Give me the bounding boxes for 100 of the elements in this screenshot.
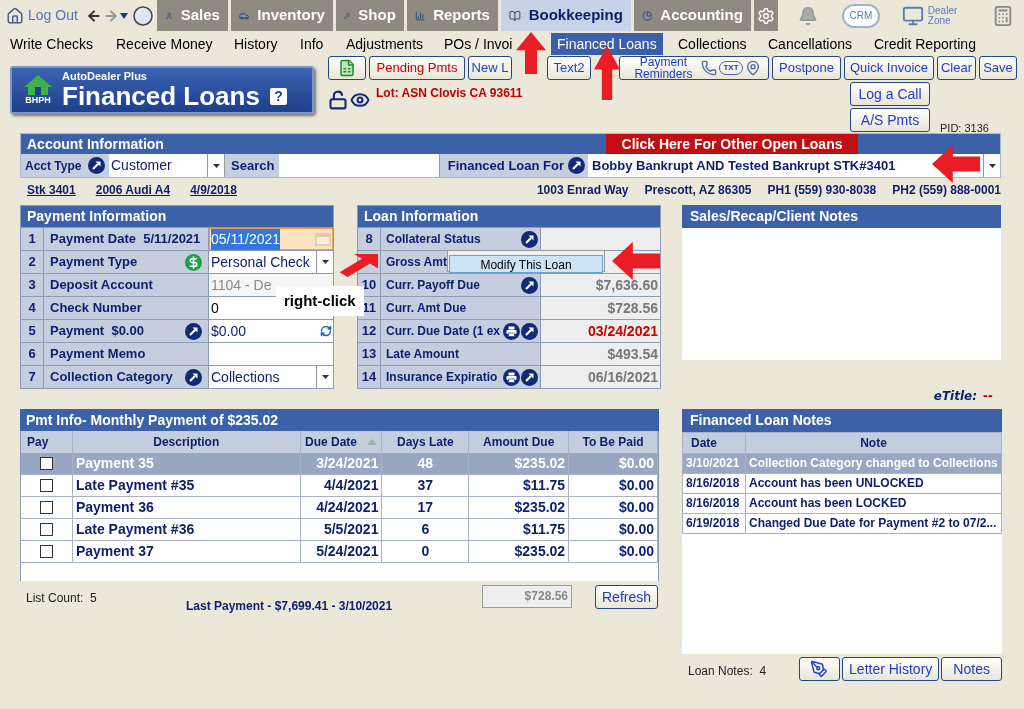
value-cell: 06/16/2021 bbox=[541, 366, 660, 388]
checkbox[interactable] bbox=[39, 479, 53, 492]
toolbar-button[interactable]: Text2 bbox=[547, 56, 591, 80]
lot-label: Lot: ASN Clovis CA 93611 bbox=[376, 85, 524, 102]
total-field: $728.56 bbox=[482, 585, 572, 608]
field-label: Payment Memo bbox=[44, 343, 209, 365]
date-field[interactable]: 05/11/2021 bbox=[209, 228, 333, 250]
table-cell-text: Account has been LOCKED bbox=[748, 495, 908, 512]
menu-item[interactable]: Modify This Loan bbox=[449, 255, 603, 273]
crm-button[interactable]: CRM bbox=[841, 3, 880, 28]
toolbar-button[interactable]: Quick Invoice bbox=[844, 56, 934, 80]
pointer-arrow bbox=[338, 254, 378, 278]
page-title: Financed Loans bbox=[62, 82, 260, 110]
toolbar-button[interactable]: Postpone bbox=[772, 56, 841, 80]
select-field[interactable]: Collections bbox=[209, 366, 333, 388]
spreadsheet-button[interactable] bbox=[328, 56, 366, 80]
table-row[interactable]: Payment 37 5/24/2021 0 $235.02 $0.00 bbox=[21, 541, 658, 563]
field-label: Collection Category bbox=[44, 366, 209, 388]
unlock-icon[interactable] bbox=[328, 90, 348, 110]
checkbox[interactable] bbox=[39, 457, 53, 470]
table-row[interactable]: Late Payment #36 5/5/2021 6 $11.75 $0.00 bbox=[21, 519, 658, 541]
checkbox[interactable] bbox=[39, 523, 53, 536]
table-cell: $0.00 bbox=[569, 541, 658, 562]
column-header[interactable]: Note bbox=[746, 433, 1001, 453]
account-detail: PH2 (559) 888-0001 bbox=[892, 182, 1001, 199]
field-label: Financed Loan For bbox=[440, 154, 588, 177]
notes-button[interactable]: Letter History bbox=[842, 657, 940, 681]
toolbar-button[interactable]: Pending Pmts bbox=[369, 56, 465, 80]
subnav-tab[interactable]: Adjustments bbox=[340, 33, 430, 55]
settings-icon[interactable] bbox=[756, 6, 775, 25]
subnav-tab[interactable]: Receive Money bbox=[110, 33, 219, 55]
subnav-tab[interactable]: Write Checks bbox=[4, 33, 99, 55]
table-cell: 6 bbox=[382, 519, 470, 540]
field-label: Curr. Amt Due bbox=[381, 297, 541, 319]
table-cell: 37 bbox=[382, 475, 470, 496]
logout-link[interactable]: Log Out bbox=[0, 0, 86, 31]
toolbar-button[interactable]: New L bbox=[468, 56, 512, 80]
column-header[interactable]: Date bbox=[683, 433, 746, 453]
field-label: Payment Type bbox=[44, 251, 209, 273]
right-click-tooltip: right-click bbox=[276, 286, 364, 316]
section-header: Pmt Info- Monthly Payment of $235.02 bbox=[20, 409, 659, 431]
module-tab[interactable]: Bookkeeping bbox=[500, 0, 631, 31]
checkbox[interactable] bbox=[39, 501, 53, 514]
amount-field[interactable]: $0.00 bbox=[209, 320, 333, 342]
back-icon[interactable] bbox=[85, 7, 102, 24]
section-header: Sales/Recap/Client Notes bbox=[682, 205, 1001, 228]
help-button[interactable]: ? bbox=[269, 87, 287, 105]
dollar-icon[interactable] bbox=[185, 253, 202, 271]
vehicle-link[interactable]: Stk 3401 bbox=[27, 181, 76, 199]
subnav-tab[interactable]: Collections bbox=[672, 33, 753, 55]
financed-loan-select[interactable]: Bobby Bankrupt AND Tested Bankrupt STK#3401 bbox=[588, 154, 1000, 177]
side-button[interactable]: Log a Call bbox=[850, 82, 930, 106]
subnav-tab[interactable]: Cancellations bbox=[762, 33, 859, 55]
field-label: Late Amount bbox=[381, 343, 541, 365]
table-cell: 5/5/2021 bbox=[300, 519, 383, 540]
printer-icon[interactable] bbox=[503, 322, 520, 340]
eye-icon[interactable] bbox=[350, 90, 370, 110]
value-cell: $728.56 bbox=[541, 297, 660, 319]
table-row[interactable]: 8/16/2018 Account has been UNLOCKED bbox=[682, 474, 1002, 494]
other-loans-button[interactable]: Click Here For Other Open Loans bbox=[606, 134, 858, 154]
account-detail: Prescott, AZ 86305 bbox=[644, 182, 752, 199]
table-row[interactable]: 6/19/2018 Changed Due Date for Payment #2 to 07/2... bbox=[682, 514, 1002, 534]
toolbar-button[interactable]: Save bbox=[979, 56, 1017, 80]
field-label: Collateral Status bbox=[381, 228, 541, 250]
dropdown-caret[interactable] bbox=[119, 12, 128, 19]
pen-icon bbox=[810, 660, 829, 678]
signature-button[interactable] bbox=[798, 657, 841, 681]
table-row[interactable]: Payment 36 4/24/2021 17 $235.02 $0.00 bbox=[21, 497, 658, 519]
table-cell-text: Account has been UNLOCKED bbox=[748, 475, 925, 492]
select-field[interactable]: Personal Check bbox=[209, 251, 333, 273]
checkbox[interactable] bbox=[39, 545, 53, 558]
vehicle-link[interactable]: 4/9/2018 bbox=[190, 181, 237, 199]
subnav-tab[interactable]: History bbox=[228, 33, 284, 55]
refresh-button[interactable]: Refresh bbox=[595, 585, 659, 609]
vehicle-link[interactable]: 2006 Audi A4 bbox=[95, 181, 171, 199]
section-title: Account Information bbox=[26, 135, 165, 154]
field-label: Acct Type bbox=[21, 154, 109, 177]
subnav-tab[interactable]: POs / Invoi bbox=[438, 33, 519, 55]
side-button[interactable]: A/S Pmts bbox=[850, 108, 930, 132]
acct-type-select[interactable]: Customer bbox=[109, 154, 225, 177]
printer-icon[interactable] bbox=[503, 368, 520, 386]
table-cell: $235.02 bbox=[469, 453, 570, 474]
table-row[interactable]: Late Payment #35 4/4/2021 37 $11.75 $0.00 bbox=[21, 475, 658, 497]
notes-button[interactable]: Notes bbox=[941, 657, 1002, 681]
subnav-tab[interactable]: Credit Reporting bbox=[868, 33, 982, 55]
toolbar-button[interactable]: Payment Reminders TXT bbox=[619, 56, 769, 80]
monitor-icon[interactable] bbox=[901, 4, 924, 27]
section-header: Loan Information bbox=[358, 206, 660, 227]
subnav-tab[interactable]: Info bbox=[294, 33, 330, 55]
avatar-icon[interactable] bbox=[132, 5, 153, 26]
pointer-arrow bbox=[612, 242, 660, 280]
table-cell: 48 bbox=[382, 453, 470, 474]
value-cell: $7,636.60 bbox=[541, 274, 660, 296]
table-cell: 3/10/2021 bbox=[683, 454, 746, 473]
table-row[interactable]: 8/16/2018 Account has been LOCKED bbox=[682, 494, 1002, 514]
subnav-tab[interactable]: Financed Loans bbox=[551, 33, 663, 55]
toolbar-button[interactable]: Clear bbox=[937, 56, 976, 80]
dealer-zone-link[interactable]: Dealer Zone bbox=[927, 5, 968, 26]
brand-name: AutoDealer Plus bbox=[62, 70, 148, 82]
pointer-arrow bbox=[932, 145, 980, 183]
